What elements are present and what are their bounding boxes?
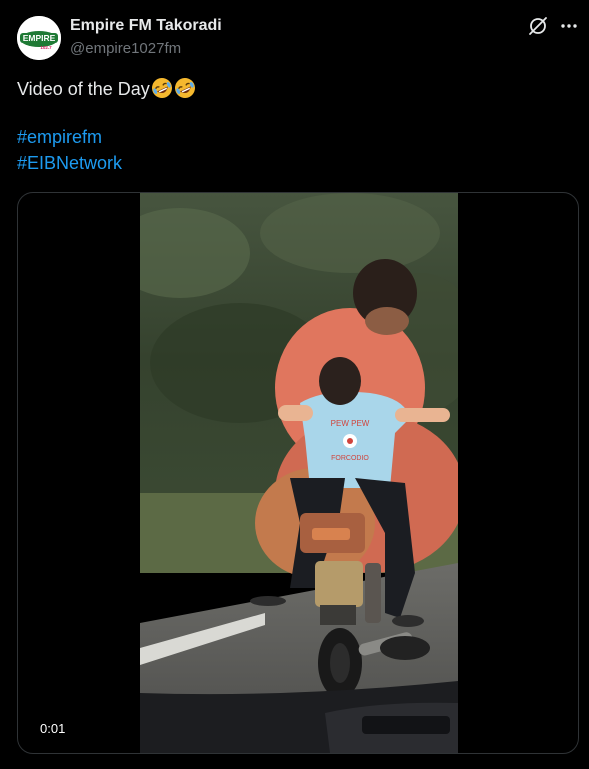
tweet-text: Video of the Day (17, 76, 196, 102)
hashtag-link[interactable]: #EIBNetwork (17, 153, 122, 174)
tweet-text-body: Video of the Day (17, 79, 150, 99)
video-thumbnail: PEW PEW FORCODIO (140, 193, 458, 753)
avatar-logo-text: EMPIRE (23, 33, 56, 43)
tweet: EMPIRE 102.7 Empire FM Takoradi @empire1… (0, 0, 589, 769)
video-timestamp: 0:01 (34, 719, 72, 738)
grok-icon (529, 17, 547, 35)
empire-fm-logo: EMPIRE 102.7 (17, 16, 61, 60)
grok-button[interactable] (527, 15, 549, 37)
author-handle[interactable]: @empire1027fm (70, 40, 181, 57)
avatar-logo-subtext: 102.7 (40, 45, 52, 50)
shirt-text-top: PEW PEW (331, 419, 370, 428)
hashtag-link[interactable]: #empirefm (17, 127, 102, 148)
more-options-button[interactable] (558, 15, 580, 37)
more-dots-icon (561, 24, 577, 28)
author-display-name[interactable]: Empire FM Takoradi (70, 17, 222, 35)
rolling-laughing-emoji-icon (151, 78, 172, 98)
video-player[interactable]: PEW PEW FORCODIO 0:01 (17, 192, 579, 754)
rolling-laughing-emoji-icon (174, 78, 195, 98)
shirt-text-bottom: FORCODIO (331, 455, 369, 462)
video-frame: PEW PEW FORCODIO (140, 193, 458, 753)
avatar[interactable]: EMPIRE 102.7 (17, 16, 61, 60)
